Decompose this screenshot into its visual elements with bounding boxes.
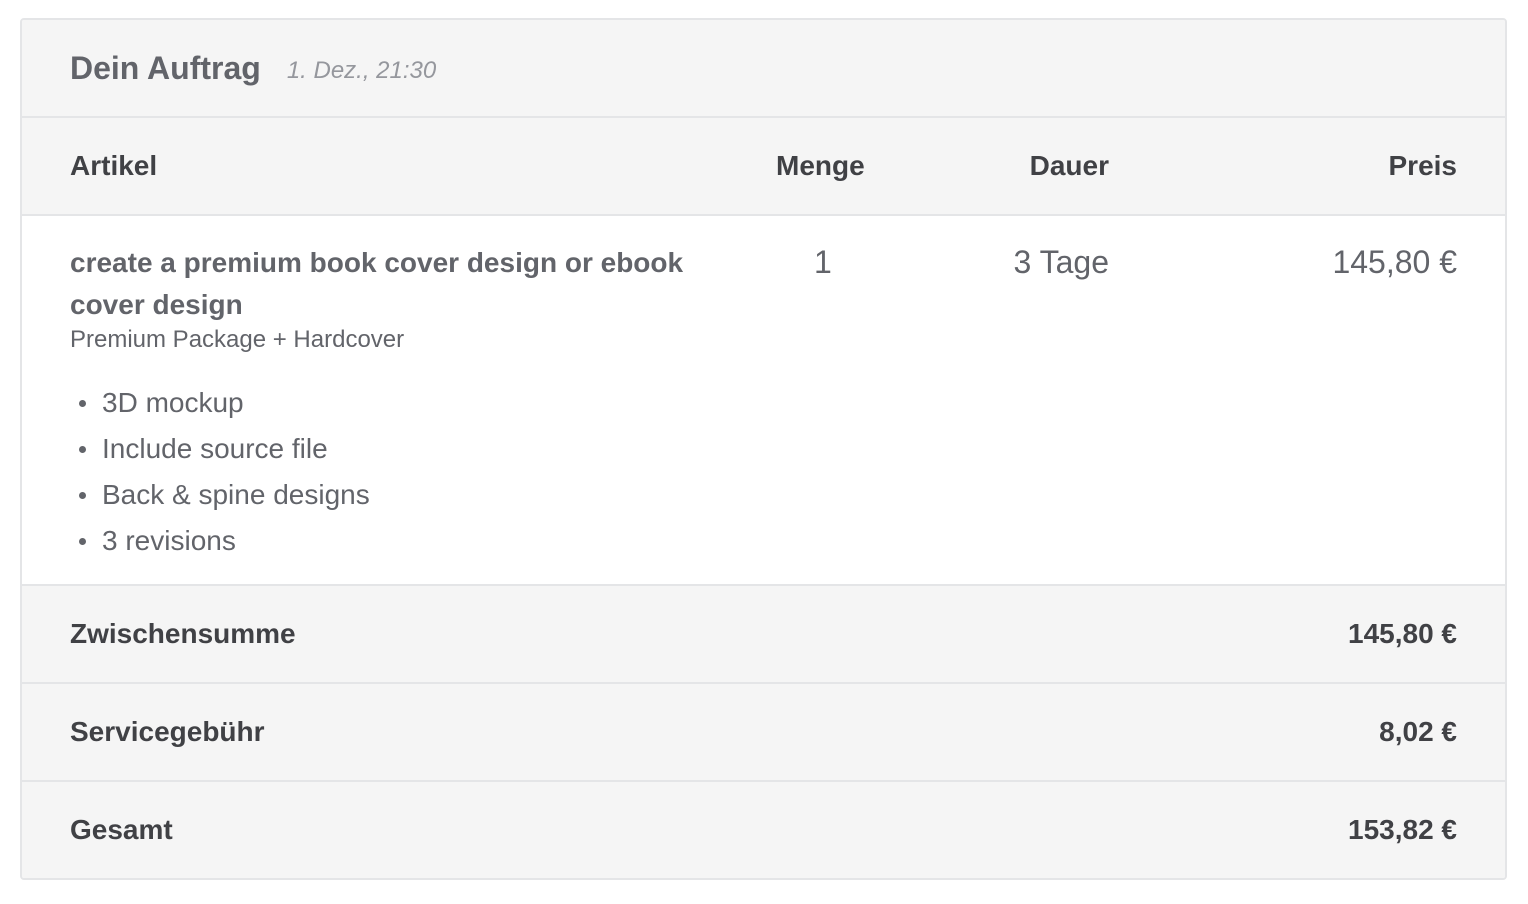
total-value: 153,82 € (1348, 814, 1457, 845)
subtotal-label: Zwischensumme (70, 618, 296, 649)
service-fee-label: Servicegebühr (70, 716, 265, 747)
table-row: create a premium book cover design or eb… (22, 216, 1505, 586)
table-header: Artikel Menge Dauer Preis (22, 118, 1505, 216)
subtotal-value: 145,80 € (1348, 618, 1457, 649)
item-duration: 3 Tage (1013, 244, 1110, 280)
feature-list: 3D mockup Include source file Back & spi… (70, 380, 370, 564)
service-fee-row: Servicegebühr 8,02 € (22, 684, 1505, 782)
total-row: Gesamt 153,82 € (22, 782, 1505, 878)
item-price: 145,80 € (1332, 244, 1457, 280)
order-title: Dein Auftrag (70, 49, 261, 86)
service-fee-value: 8,02 € (1379, 716, 1457, 747)
order-header: Dein Auftrag 1. Dez., 21:30 (22, 20, 1505, 118)
order-summary-card: Dein Auftrag 1. Dez., 21:30 Artikel Meng… (20, 18, 1507, 880)
column-header-item: Artikel (70, 150, 158, 181)
list-item: Back & spine designs (70, 472, 370, 518)
order-date: 1. Dez., 21:30 (286, 57, 437, 84)
total-label: Gesamt (70, 814, 173, 845)
item-quantity: 1 (814, 244, 832, 280)
item-name: create a premium book cover design or eb… (70, 247, 684, 320)
list-item: 3D mockup (70, 380, 370, 426)
list-item: 3 revisions (70, 518, 370, 564)
column-header-quantity: Menge (776, 150, 865, 181)
item-package: Premium Package + Hardcover (70, 326, 405, 353)
list-item: Include source file (70, 426, 370, 472)
subtotal-row: Zwischensumme 145,80 € (22, 586, 1505, 684)
column-header-price: Preis (1388, 150, 1458, 181)
column-header-duration: Dauer (1029, 150, 1109, 181)
